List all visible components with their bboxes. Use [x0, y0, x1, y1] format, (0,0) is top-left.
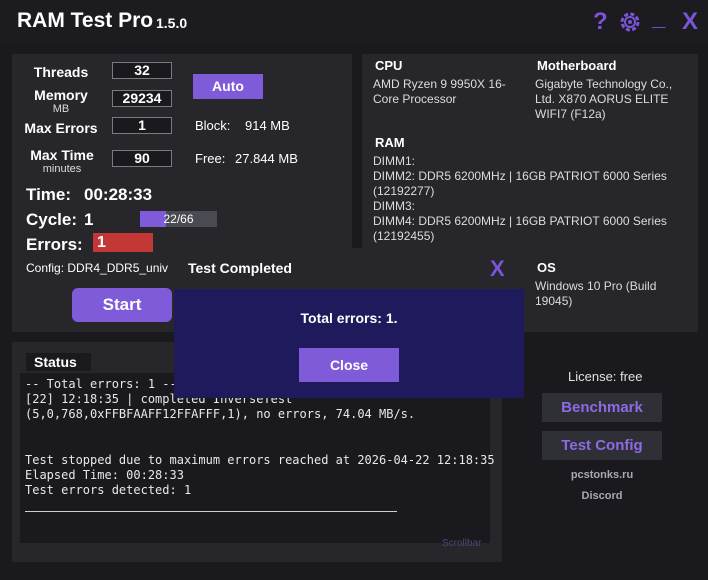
max-errors-input[interactable]: 1 [112, 117, 172, 134]
app-title: RAM Test Pro [17, 9, 154, 32]
dialog-header: Test Completed X [174, 248, 524, 289]
os-value: Windows 10 Pro (Build 19045) [535, 279, 657, 308]
license-text: License: free [568, 369, 643, 384]
test-config-button[interactable]: Test Config [542, 431, 662, 460]
ram-line: (12192455) [373, 229, 435, 243]
cycle-progress-bar: 22/66 [140, 211, 217, 227]
log-divider [25, 511, 397, 512]
test-completed-dialog: Test Completed X Total errors: 1. Close [174, 248, 524, 398]
dialog-message: Total errors: 1. [300, 310, 398, 326]
ram-line: (12192277) [373, 184, 435, 198]
ram-line: DIMM2: DDR5 6200MHz | 16GB PATRIOT 6000 … [373, 169, 667, 183]
config-text: Config: DDR4_DDR5_univ [26, 261, 169, 275]
gear-svg [620, 12, 640, 32]
free-value: 27.844 MB [235, 151, 298, 166]
memory-input[interactable]: 29234 [112, 90, 172, 107]
ram-line: DIMM3: [373, 199, 415, 213]
benchmark-button[interactable]: Benchmark [542, 393, 662, 422]
cpu-heading: CPU [375, 58, 403, 73]
close-icon[interactable]: X [682, 8, 698, 36]
max-errors-label: Max Errors [24, 120, 98, 136]
threads-label: Threads [33, 64, 89, 80]
time-value: 00:28:33 [84, 185, 153, 204]
max-time-input[interactable]: 90 [112, 150, 172, 167]
log-line: Elapsed Time: 00:28:33 [25, 468, 184, 482]
cycle-value: 1 [84, 210, 94, 229]
os-heading: OS [537, 260, 556, 275]
max-time-label: Max Time [30, 147, 94, 163]
status-title: Status [34, 354, 77, 370]
ram-line: DIMM4: DDR5 6200MHz | 16GB PATRIOT 6000 … [373, 214, 667, 228]
minimize-icon[interactable]: _ [652, 4, 665, 32]
gear-icon[interactable] [618, 10, 642, 41]
log-line: Test stopped due to maximum errors reach… [25, 453, 495, 467]
motherboard-heading: Motherboard [537, 58, 617, 73]
errors-value: 1 [97, 234, 106, 251]
start-button[interactable]: Start [72, 288, 172, 322]
free-label: Free: [195, 151, 226, 166]
cpu-value: AMD Ryzen 9 9950X 16-Core Processor [373, 77, 506, 106]
status-title-box: Status [26, 353, 91, 371]
log-line: -- Total errors: 1 -- [25, 377, 177, 391]
help-icon[interactable]: ? [593, 8, 608, 36]
motherboard-value: Gigabyte Technology Co., Ltd. X870 AORUS… [535, 77, 673, 121]
ram-heading: RAM [375, 135, 405, 150]
dialog-close-button[interactable]: Close [299, 348, 399, 382]
cycle-label: Cycle: [26, 210, 78, 229]
app-version: 1.5.0 [156, 15, 188, 31]
auto-button[interactable]: Auto [193, 74, 263, 99]
memory-label: Memory [34, 87, 88, 103]
memory-unit-label: MB [52, 103, 70, 115]
scrollbar-label[interactable]: Scrollbar [442, 538, 481, 549]
max-time-unit-label: minutes [42, 163, 82, 175]
discord-link[interactable]: Discord [542, 490, 662, 502]
errors-indicator: 1 [93, 233, 153, 252]
log-line: (5,0,768,0xFFBFAAFF12FFAFFF,1), no error… [25, 407, 416, 421]
block-value: 914 MB [245, 118, 290, 133]
dialog-title: Test Completed [188, 260, 292, 276]
log-line: Test errors detected: 1 [25, 483, 192, 497]
threads-input[interactable]: 32 [112, 62, 172, 79]
title-bar: RAM Test Pro 1.5.0 ? _ X [0, 0, 708, 44]
errors-label: Errors: [26, 235, 83, 254]
cycle-progress-text: 22/66 [163, 212, 194, 226]
time-label: Time: [26, 185, 72, 204]
block-label: Block: [195, 118, 231, 133]
dialog-close-icon[interactable]: X [490, 256, 505, 282]
ram-line: DIMM1: [373, 154, 415, 168]
site-link[interactable]: pcstonks.ru [542, 469, 662, 481]
